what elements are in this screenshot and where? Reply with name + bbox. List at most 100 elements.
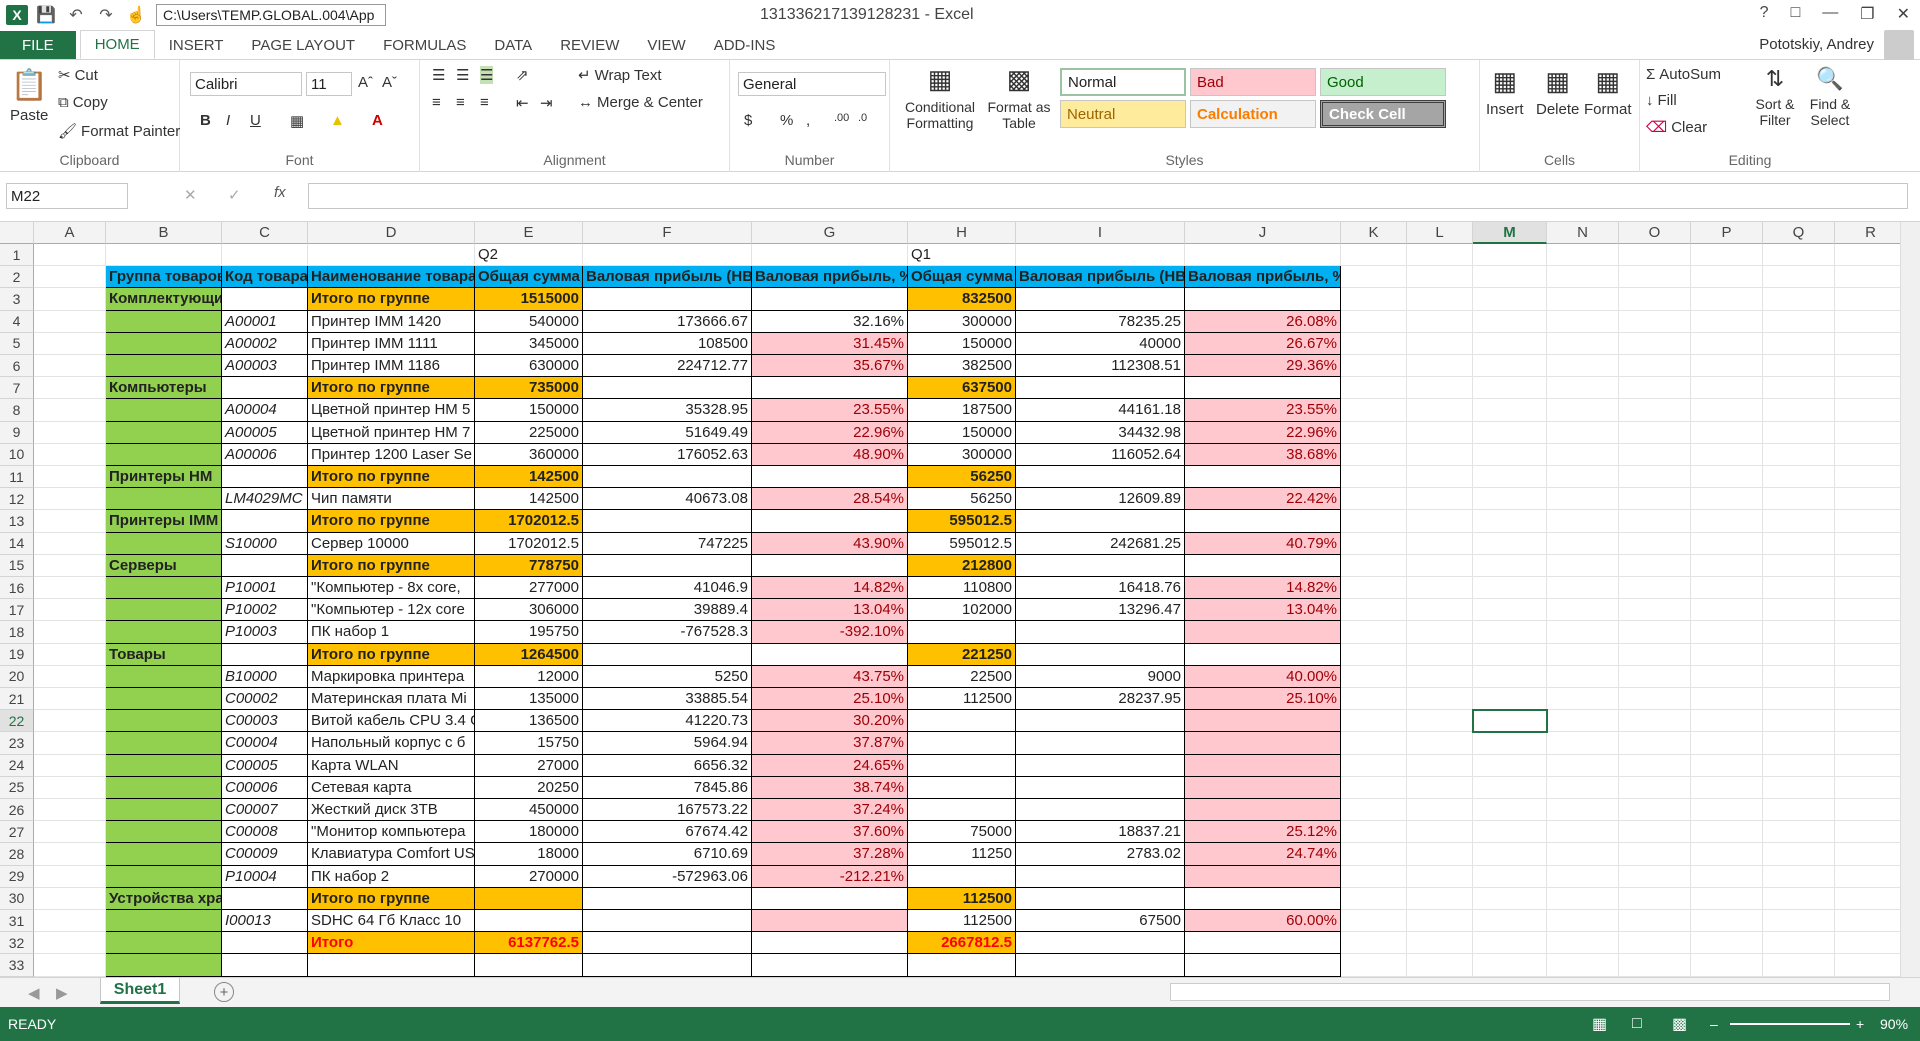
grid-cell[interactable] (1835, 755, 1900, 777)
grid-cell[interactable]: 176052.63 (583, 443, 752, 466)
grid-cell[interactable]: A00002 (222, 332, 308, 355)
grid-cell[interactable] (1763, 421, 1835, 444)
grid-cell[interactable]: ПК набор 2 (308, 865, 475, 888)
grid-cell[interactable] (1341, 443, 1407, 466)
grid-cell[interactable] (1473, 488, 1547, 511)
grid-cell[interactable]: 22.42% (1185, 488, 1341, 511)
grid-cell[interactable] (1473, 754, 1547, 777)
restore-icon[interactable]: ❐ (1860, 4, 1874, 24)
grid-cell[interactable]: B10000 (222, 665, 308, 688)
grid-cell[interactable] (752, 554, 908, 577)
grid-cell[interactable] (1691, 355, 1763, 378)
grid-cell[interactable]: 112500 (908, 910, 1016, 933)
copy-button[interactable]: ⧉ Copy (58, 94, 108, 111)
ribbon-display-icon[interactable]: □ (1791, 4, 1801, 24)
grid-cell[interactable] (1407, 910, 1473, 933)
grid-cell[interactable] (308, 954, 475, 977)
grid-cell[interactable] (1341, 510, 1407, 533)
grid-cell[interactable]: 56250 (908, 466, 1016, 489)
column-header-c[interactable]: C (222, 222, 308, 244)
grid-cell[interactable] (1691, 621, 1763, 644)
next-sheet-icon[interactable]: ▶ (56, 984, 68, 1002)
grid-cell[interactable]: Q2 (475, 244, 583, 267)
grid-cell[interactable]: 173666.67 (583, 310, 752, 333)
grid-cell[interactable] (1407, 688, 1473, 711)
select-all-corner[interactable] (0, 222, 34, 244)
grid-cell[interactable] (1341, 554, 1407, 577)
align-bottom-icon[interactable]: ☰ (480, 66, 494, 84)
grid-cell[interactable] (1407, 288, 1473, 311)
grid-cell[interactable] (34, 310, 106, 333)
grid-cell[interactable] (1619, 332, 1691, 355)
save-icon[interactable]: 💾 (34, 4, 58, 26)
decrease-indent-icon[interactable]: ⇤ (516, 94, 529, 112)
grid-cell[interactable] (1341, 665, 1407, 688)
formula-input[interactable] (308, 183, 1908, 209)
grid-cell[interactable]: 37.24% (752, 799, 908, 822)
grid-cell[interactable]: 30.20% (752, 710, 908, 733)
grid-cell[interactable] (1763, 399, 1835, 422)
grid-cell[interactable]: Карта WLAN (308, 754, 475, 777)
column-header-j[interactable]: J (1185, 222, 1341, 244)
grid-cell[interactable] (1407, 643, 1473, 666)
grid-cell[interactable]: C00003 (222, 710, 308, 733)
grid-cell[interactable] (1341, 488, 1407, 511)
grid-cell[interactable] (1407, 532, 1473, 555)
grid-cell[interactable] (1016, 887, 1185, 910)
grid-cell[interactable] (1473, 399, 1547, 422)
grid-cell[interactable] (1763, 754, 1835, 777)
grid-cell[interactable]: 112500 (908, 887, 1016, 910)
style-neutral[interactable]: Neutral (1060, 100, 1186, 128)
grid-cell[interactable]: 7845.86 (583, 776, 752, 799)
grid-cell[interactable] (1763, 355, 1835, 378)
grid-cell[interactable] (1473, 332, 1547, 355)
grid-cell[interactable] (34, 776, 106, 799)
grid-cell[interactable] (1473, 510, 1547, 533)
grid-cell[interactable] (908, 776, 1016, 799)
grid-cell[interactable]: P10001 (222, 577, 308, 600)
grid-cell[interactable] (1407, 954, 1473, 977)
insert-button[interactable]: ▦ Insert (1486, 66, 1524, 118)
grid-cell[interactable] (34, 621, 106, 644)
grid-cell[interactable] (1473, 355, 1547, 378)
grid-cell[interactable] (1619, 732, 1691, 755)
grid-cell[interactable]: 345000 (475, 332, 583, 355)
column-header-o[interactable]: O (1619, 222, 1691, 244)
grid-cell[interactable] (106, 355, 222, 378)
grid-cell[interactable]: 300000 (908, 310, 1016, 333)
grid-cell[interactable] (1547, 954, 1619, 977)
grid-cell[interactable] (106, 932, 222, 955)
grid-cell[interactable]: 9000 (1016, 665, 1185, 688)
grid-cell[interactable] (1835, 311, 1900, 333)
grid-cell[interactable] (1619, 488, 1691, 511)
grid-cell[interactable] (1835, 510, 1900, 533)
grid-cell[interactable] (1185, 865, 1341, 888)
grid-cell[interactable] (1619, 244, 1691, 267)
fill-button[interactable]: ↓ Fill (1646, 92, 1677, 109)
grid-cell[interactable] (1407, 355, 1473, 378)
grid-cell[interactable] (1016, 710, 1185, 733)
grid-cell[interactable]: Валовая прибыль (НВ) (1016, 266, 1185, 289)
grid-cell[interactable]: 39889.4 (583, 599, 752, 622)
row-header[interactable]: 29 (0, 865, 34, 888)
grid-cell[interactable]: 637500 (908, 377, 1016, 400)
help-button[interactable]: ? (1760, 4, 1769, 24)
grid-cell[interactable] (34, 688, 106, 711)
zoom-out-icon[interactable]: – (1710, 1016, 1718, 1032)
style-good[interactable]: Good (1320, 68, 1446, 96)
grid-cell[interactable] (106, 910, 222, 933)
grid-cell[interactable] (34, 599, 106, 622)
column-header-r[interactable]: R (1835, 222, 1900, 244)
grid-cell[interactable]: 43.90% (752, 532, 908, 555)
format-as-table-button[interactable]: ▩ Format as Table (984, 64, 1054, 131)
grid-cell[interactable] (1547, 910, 1619, 933)
grid-cell[interactable]: 16418.76 (1016, 577, 1185, 600)
grid-cell[interactable] (1341, 688, 1407, 711)
grid-cell[interactable] (1619, 665, 1691, 688)
grid-cell[interactable] (1407, 244, 1473, 267)
grid-cell[interactable] (34, 399, 106, 422)
grid-cell[interactable] (1473, 821, 1547, 844)
grid-cell[interactable] (1763, 577, 1835, 600)
align-center-icon[interactable]: ≡ (456, 94, 465, 111)
grid-cell[interactable] (1016, 554, 1185, 577)
